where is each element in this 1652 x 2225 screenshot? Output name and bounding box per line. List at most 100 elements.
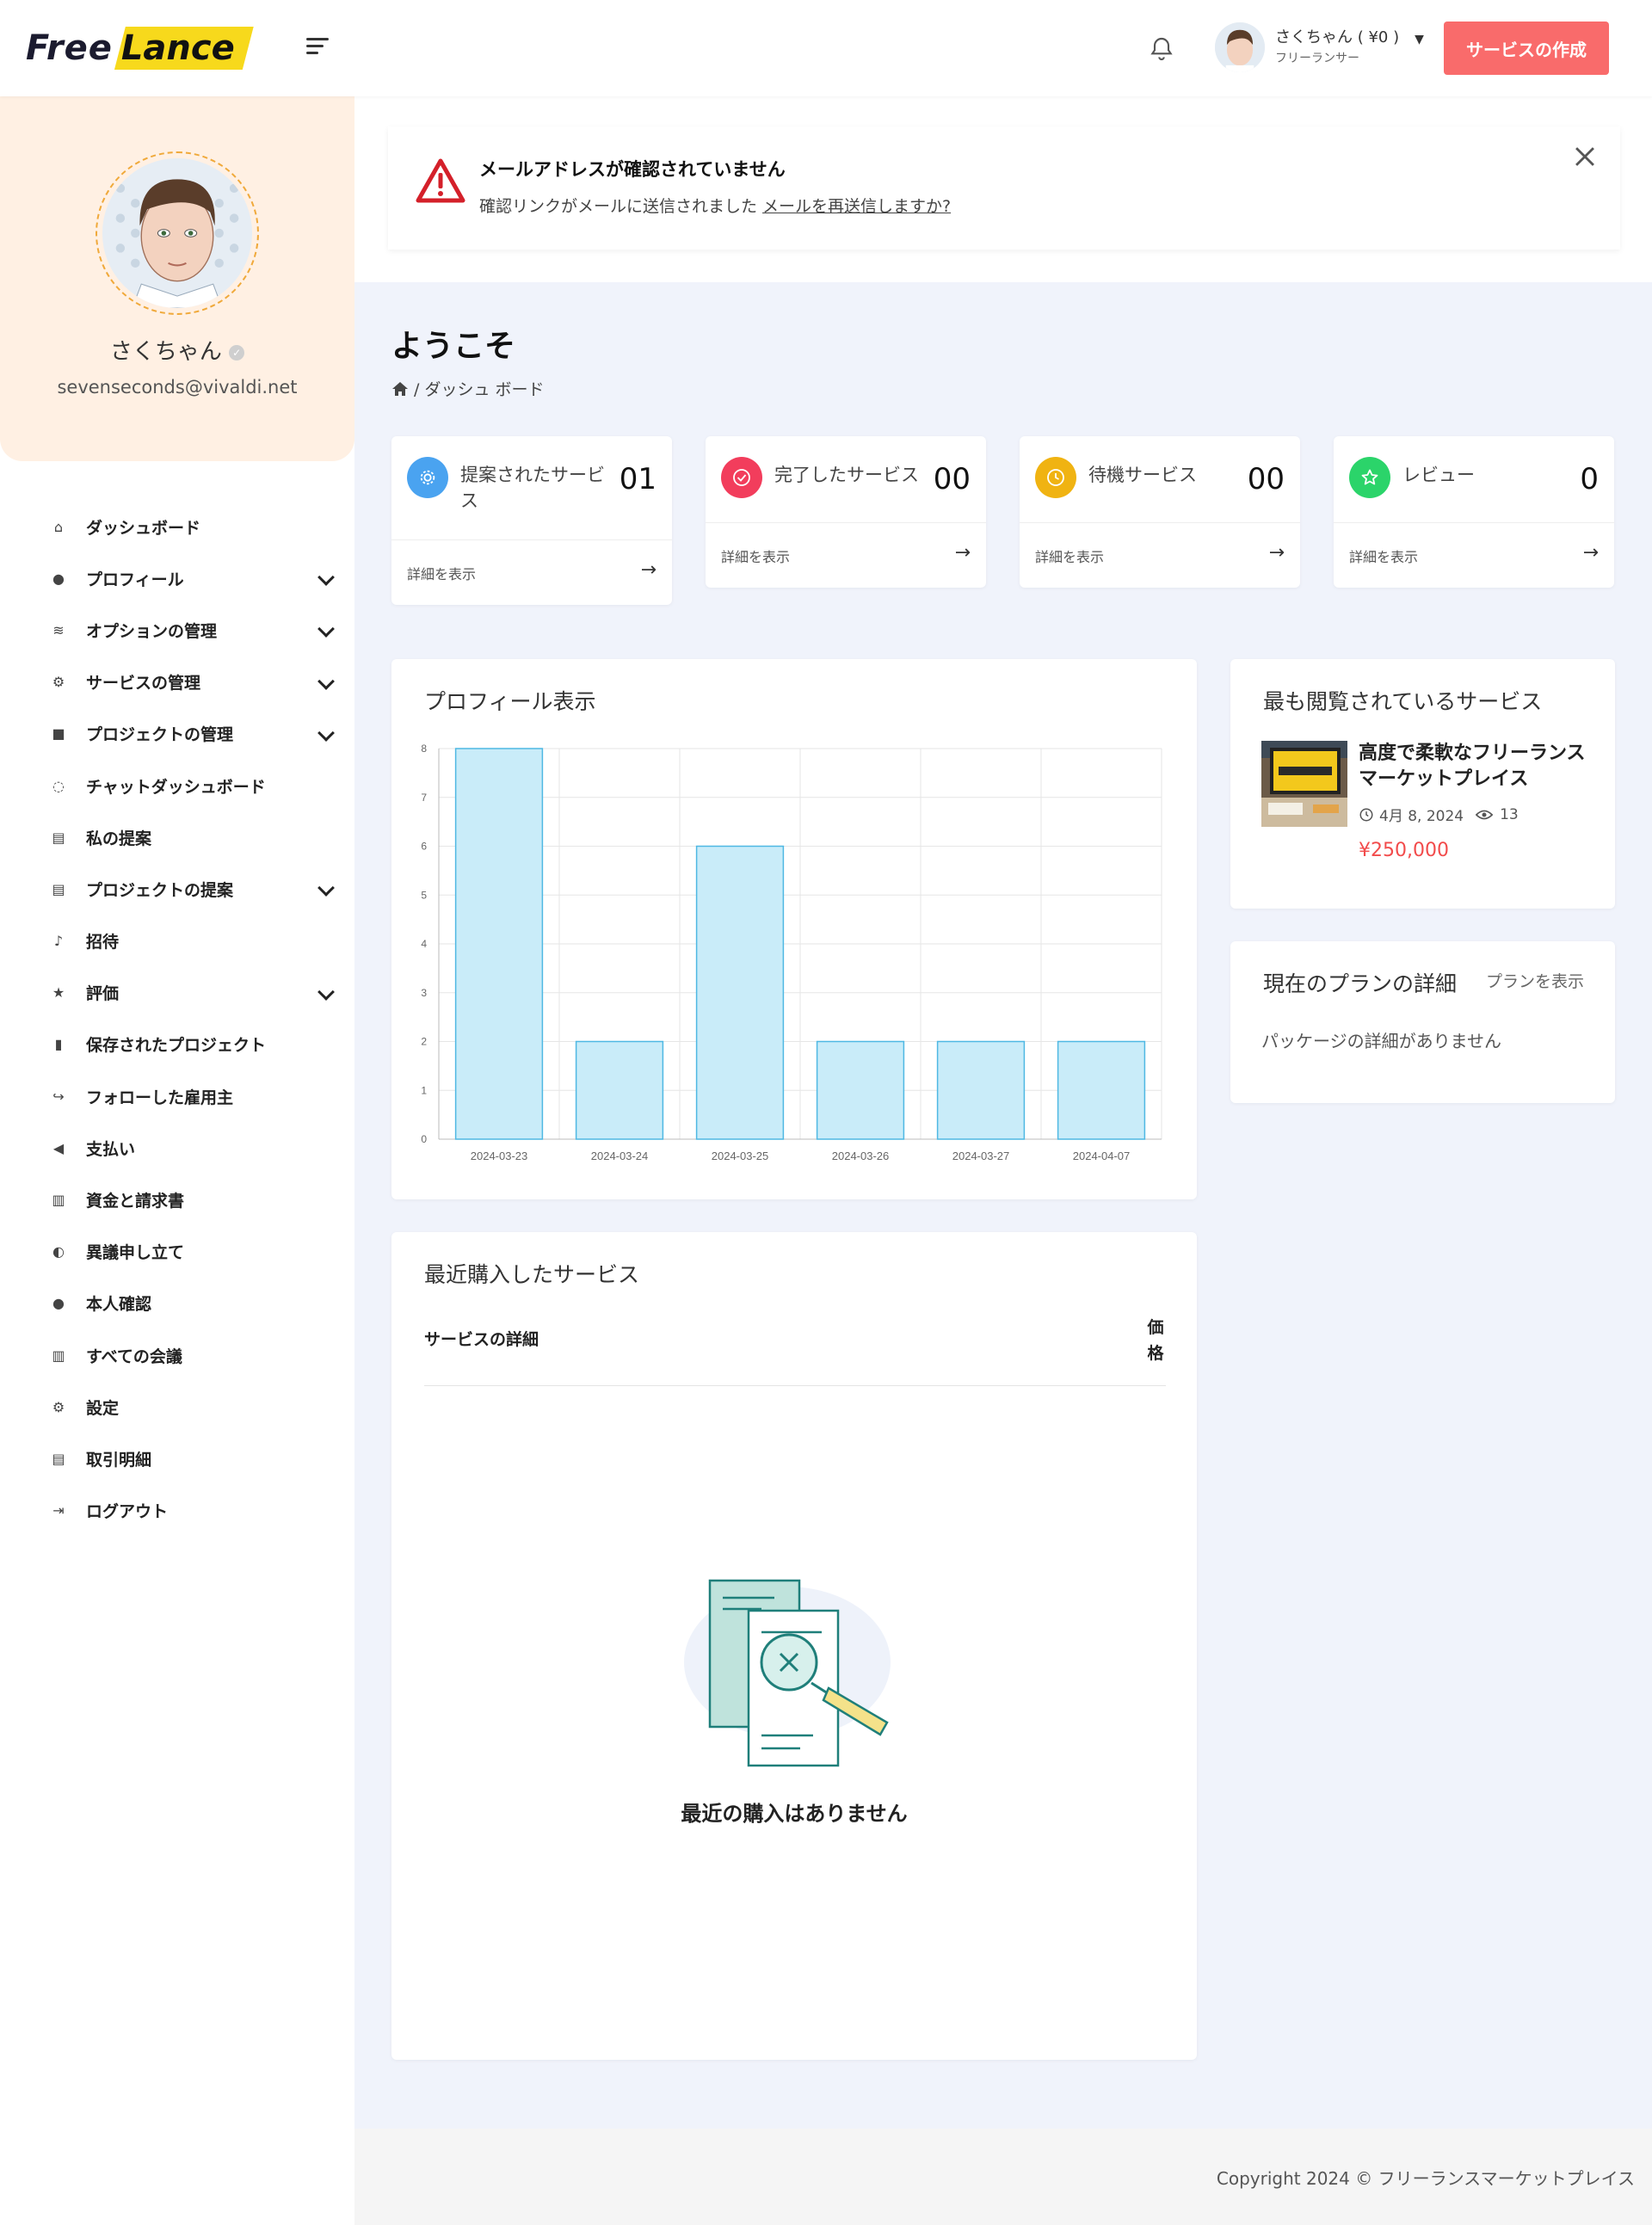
verified-icon: ✓ — [229, 344, 245, 361]
sidebar-item-transactions[interactable]: ▤ 取引明細 — [0, 1433, 354, 1484]
panel-title: 最も閲覧されているサービス — [1263, 689, 1543, 714]
view-details-link[interactable]: 詳細を表示 → — [391, 539, 672, 605]
sidebar-item-my-proposals[interactable]: ▤ 私の提案 — [0, 811, 354, 863]
user-gear-icon: ⚙ — [52, 674, 65, 691]
bell-icon: ♪ — [53, 933, 64, 950]
sidebar-item-settings[interactable]: ⚙ 設定 — [0, 1381, 354, 1433]
sidebar-item-logout[interactable]: ⇥ ログアウト — [0, 1485, 354, 1537]
chart-bar — [816, 1040, 905, 1140]
logo-text-free: Free — [26, 28, 113, 68]
check-circle-icon — [721, 457, 762, 498]
x-tick-label: 2024-03-24 — [591, 1149, 649, 1162]
y-tick-label: 7 — [421, 792, 427, 804]
bookmark-icon: ▮ — [54, 1036, 63, 1053]
service-title[interactable]: 高度で柔軟なフリーランスマーケットプレイス — [1359, 741, 1591, 792]
arrow-right-icon: → — [1268, 542, 1285, 564]
sidebar-item-chat[interactable]: ◌ チャットダッシュボード — [0, 760, 354, 811]
y-tick-label: 4 — [421, 938, 427, 950]
view-details-label: 詳細を表示 — [721, 549, 791, 565]
home-icon[interactable] — [391, 381, 409, 397]
sidebar-item-label: 資金と請求書 — [86, 1192, 185, 1211]
profile-name: さくちゃん ✓ — [0, 334, 354, 366]
y-tick-label: 3 — [421, 987, 427, 999]
alert-title: メールアドレスが確認されていません — [479, 159, 786, 180]
profile-avatar — [96, 151, 259, 315]
briefcase-icon: ■ — [52, 725, 65, 743]
y-tick-label: 0 — [421, 1133, 427, 1145]
logout-icon: ⇥ — [52, 1502, 65, 1519]
resend-email-link[interactable]: メールを再送信しますか? — [762, 197, 951, 216]
view-details-label: 詳細を表示 — [1349, 549, 1419, 565]
sidebar-item-funds-invoices[interactable]: ▥ 資金と請求書 — [0, 1174, 354, 1225]
sidebar-item-saved-projects[interactable]: ▮ 保存されたプロジェクト — [0, 1019, 354, 1070]
logo[interactable]: Free Lance — [26, 24, 254, 72]
sidebar-item-label: すべての会議 — [86, 1347, 182, 1366]
chevron-down-icon — [317, 724, 335, 742]
sidebar-item-label: 評価 — [86, 984, 120, 1004]
alert-message-text: 確認リンクがメールに送信されました — [479, 197, 758, 216]
arrow-right-icon: → — [640, 559, 656, 581]
chevron-down-icon — [317, 569, 335, 587]
y-tick-label: 8 — [421, 743, 427, 755]
service-date: 4月 8, 2024 — [1379, 808, 1464, 825]
panel-title: 最近購入したサービス — [424, 1262, 640, 1287]
sidebar-item-projects[interactable]: ■ プロジェクトの管理 — [0, 708, 354, 760]
x-tick-label: 2024-03-27 — [952, 1149, 1010, 1162]
sidebar-item-meetings[interactable]: ▥ すべての会議 — [0, 1329, 354, 1381]
stat-value: 00 — [1247, 462, 1285, 496]
sidebar-item-disputes[interactable]: ◐ 異議申し立て — [0, 1226, 354, 1278]
sidebar-item-label: 取引明細 — [86, 1450, 152, 1470]
x-tick-label: 2024-03-25 — [712, 1149, 769, 1162]
menu-toggle-icon[interactable] — [306, 38, 329, 57]
sidebar-item-dashboard[interactable]: ⌂ ダッシュボード — [0, 501, 354, 552]
sidebar-item-label: 異議申し立て — [86, 1243, 185, 1263]
service-meta: 4月 8, 2024 13 — [1359, 804, 1519, 825]
sidebar-item-label: プロジェクトの管理 — [86, 725, 234, 745]
stat-title: 提案されたサービス — [460, 465, 605, 511]
copyright-text: Copyright 2024 © フリーランスマーケットプレイス — [1216, 2168, 1635, 2189]
sidebar-item-invitations[interactable]: ♪ 招待 — [0, 915, 354, 967]
receipt-icon: ▥ — [52, 1192, 65, 1209]
y-tick-label: 2 — [421, 1036, 427, 1048]
notification-bell-icon[interactable] — [1148, 34, 1175, 64]
view-plan-link[interactable]: プランを表示 — [1486, 969, 1584, 992]
star-icon: ★ — [52, 984, 65, 1002]
avatar — [1215, 22, 1265, 72]
view-details-link[interactable]: 詳細を表示 → — [1020, 522, 1300, 588]
chart-bar — [575, 1040, 664, 1140]
star-icon — [1349, 457, 1390, 498]
chevron-down-icon — [317, 620, 335, 638]
chart-bar — [936, 1040, 1026, 1140]
chat-icon: ◌ — [52, 777, 65, 794]
sidebar-item-options[interactable]: ≋ オプションの管理 — [0, 604, 354, 656]
sidebar-item-label: ダッシュボード — [86, 518, 201, 538]
sidebar-item-label: 保存されたプロジェクト — [86, 1036, 267, 1056]
arrow-right-icon: → — [1582, 542, 1599, 564]
sidebar-item-identity[interactable]: ● 本人確認 — [0, 1278, 354, 1329]
create-service-button[interactable]: サービスの作成 — [1444, 22, 1609, 75]
view-details-link[interactable]: 詳細を表示 → — [1334, 522, 1614, 588]
sidebar-item-project-proposals[interactable]: ▤ プロジェクトの提案 — [0, 863, 354, 915]
sidebar-item-label: プロジェクトの提案 — [86, 880, 234, 900]
sidebar-item-profile[interactable]: ● プロフィール — [0, 552, 354, 604]
user-menu[interactable]: さくちゃん ( ¥0 ) フリーランサー ▼ — [1215, 21, 1424, 74]
sidebar: さくちゃん ✓ sevenseconds@vivaldi.net ⌂ ダッシュボー… — [0, 96, 354, 2225]
chart-bar — [1057, 1040, 1146, 1140]
sidebar-item-payments[interactable]: ◀ 支払い — [0, 1122, 354, 1174]
sidebar-item-label: サービスの管理 — [86, 674, 201, 693]
sidebar-item-ratings[interactable]: ★ 評価 — [0, 967, 354, 1019]
stat-title: 待機サービス — [1088, 465, 1197, 485]
document-icon: ▤ — [52, 829, 65, 846]
y-tick-label: 1 — [421, 1084, 427, 1096]
sidebar-item-label: チャットダッシュボード — [86, 777, 266, 797]
close-icon[interactable] — [1570, 142, 1600, 171]
email-verification-alert: メールアドレスが確認されていません 確認リンクがメールに送信されました メールを再… — [388, 126, 1620, 250]
megaphone-icon: ◀ — [52, 1139, 65, 1156]
sidebar-item-label: フォローした雇用主 — [86, 1088, 234, 1107]
chart-bar — [695, 845, 785, 1140]
sidebar-item-services[interactable]: ⚙ サービスの管理 — [0, 656, 354, 708]
sidebar-item-followed-employers[interactable]: ↪ フォローした雇用主 — [0, 1070, 354, 1122]
view-details-link[interactable]: 詳細を表示 → — [706, 522, 986, 588]
profile-views-panel: プロフィール表示 0 1 2 3 4 5 6 7 8 2024-03-23 2024-03-24 20… — [391, 659, 1197, 1199]
service-thumbnail[interactable] — [1261, 741, 1347, 827]
